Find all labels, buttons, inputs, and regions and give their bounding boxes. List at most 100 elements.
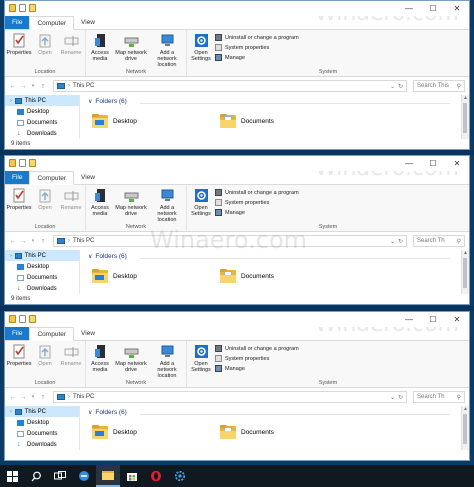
search-button[interactable] — [24, 465, 48, 487]
tab-computer[interactable]: Computer — [29, 16, 75, 30]
folder-desktop[interactable]: Desktop — [92, 269, 137, 283]
search-input[interactable]: Search Th ⚲ — [413, 235, 465, 247]
address-field[interactable]: › This PC ⌄ ↻ — [53, 391, 407, 403]
expand-chevron-icon[interactable]: › — [10, 98, 12, 104]
maximize-button[interactable]: ☐ — [421, 156, 445, 171]
properties-button[interactable]: Properties — [6, 188, 32, 211]
new-folder-quick-icon[interactable] — [29, 4, 36, 12]
close-button[interactable]: ✕ — [445, 156, 469, 171]
access-media-button[interactable]: Access media — [88, 344, 112, 373]
close-button[interactable]: ✕ — [445, 1, 469, 16]
refresh-icon[interactable]: ↻ — [398, 394, 403, 401]
map-network-drive-button[interactable]: Map network drive — [114, 344, 148, 373]
rename-button[interactable]: Rename — [59, 344, 83, 367]
address-field[interactable]: › This PC ⌄ ↻ — [53, 80, 407, 92]
edge-button[interactable] — [72, 465, 96, 487]
tab-file[interactable]: File — [5, 16, 30, 29]
tab-computer[interactable]: Computer — [29, 171, 75, 185]
nav-item-downloads[interactable]: ↓ Downloads — [5, 283, 79, 294]
map-network-drive-button[interactable]: Map network drive — [114, 188, 148, 217]
uninstall-program-button[interactable]: Uninstall or change a program — [215, 189, 299, 196]
up-arrow-icon[interactable]: ↑ — [39, 238, 47, 245]
forward-arrow-icon[interactable]: → — [19, 394, 27, 401]
up-arrow-icon[interactable]: ↑ — [39, 394, 47, 401]
scroll-up-arrow-icon[interactable]: ▲ — [462, 95, 469, 101]
folders-group-header[interactable]: ∨ Folders (6) — [88, 409, 450, 416]
access-media-button[interactable]: Access media — [88, 33, 112, 62]
title-bar[interactable]: — ☐ ✕ — [5, 156, 469, 171]
open-button[interactable]: Open — [33, 188, 57, 211]
minimize-button[interactable]: — — [397, 156, 421, 171]
new-folder-quick-icon[interactable] — [29, 315, 36, 323]
maximize-button[interactable]: ☐ — [421, 312, 445, 327]
quick-access-icon[interactable] — [9, 315, 16, 323]
folders-group-header[interactable]: ∨ Folders (6) — [88, 253, 450, 260]
folder-documents[interactable]: Documents — [220, 425, 274, 439]
back-arrow-icon[interactable]: ← — [9, 238, 17, 245]
nav-item-this-pc[interactable]: › This PC — [5, 95, 79, 106]
system-properties-button[interactable]: System properties — [215, 199, 299, 206]
tab-view[interactable]: View — [74, 171, 102, 184]
expand-chevron-icon[interactable]: › — [10, 409, 12, 415]
back-arrow-icon[interactable]: ← — [9, 394, 17, 401]
store-button[interactable] — [120, 465, 144, 487]
quick-access-icon[interactable] — [9, 159, 16, 167]
scroll-up-arrow-icon[interactable]: ▲ — [462, 250, 469, 256]
search-input[interactable]: Search Th ⚲ — [413, 391, 465, 403]
nav-item-this-pc[interactable]: › This PC — [5, 406, 79, 417]
opera-button[interactable] — [144, 465, 168, 487]
task-view-button[interactable] — [48, 465, 72, 487]
tab-file[interactable]: File — [5, 171, 30, 184]
collapse-chevron-icon[interactable]: ∨ — [88, 253, 92, 260]
uninstall-program-button[interactable]: Uninstall or change a program — [215, 345, 299, 352]
scrollbar-thumb[interactable] — [463, 258, 467, 288]
nav-item-documents[interactable]: Documents — [5, 428, 79, 439]
manage-button[interactable]: Manage — [215, 54, 299, 61]
folder-documents[interactable]: Documents — [220, 269, 274, 283]
refresh-icon[interactable]: ↻ — [398, 83, 403, 90]
properties-button[interactable]: Properties — [6, 344, 32, 367]
nav-item-downloads[interactable]: ↓ Downloads — [5, 439, 79, 450]
nav-item-downloads[interactable]: ↓ Downloads — [5, 128, 79, 139]
search-input[interactable]: Search This ⚲ — [413, 80, 465, 92]
address-dropdown-chevron-icon[interactable]: ⌄ — [390, 394, 395, 401]
breadcrumb[interactable]: This PC — [73, 394, 94, 400]
nav-item-documents[interactable]: Documents — [5, 272, 79, 283]
back-arrow-icon[interactable]: ← — [9, 83, 17, 90]
collapse-chevron-icon[interactable]: ∨ — [88, 409, 92, 416]
recent-locations-chevron-icon[interactable]: ▾ — [29, 394, 37, 400]
minimize-button[interactable]: — — [397, 1, 421, 16]
folders-group-header[interactable]: ∨ Folders (6) — [88, 98, 450, 105]
properties-button[interactable]: Properties — [6, 33, 32, 56]
forward-arrow-icon[interactable]: → — [19, 238, 27, 245]
open-button[interactable]: Open — [33, 344, 57, 367]
nav-item-desktop[interactable]: Desktop — [5, 261, 79, 272]
manage-button[interactable]: Manage — [215, 209, 299, 216]
address-field[interactable]: › This PC ⌄ ↻ — [53, 235, 407, 247]
uninstall-program-button[interactable]: Uninstall or change a program — [215, 34, 299, 41]
up-arrow-icon[interactable]: ↑ — [39, 83, 47, 90]
minimize-button[interactable]: — — [397, 312, 421, 327]
settings-app-button[interactable] — [168, 465, 192, 487]
close-button[interactable]: ✕ — [445, 312, 469, 327]
scrollbar-thumb[interactable] — [463, 414, 467, 444]
nav-item-desktop[interactable]: Desktop — [5, 106, 79, 117]
vertical-scrollbar[interactable]: ▲ ▼ — [461, 95, 469, 144]
rename-button[interactable]: Rename — [59, 33, 83, 56]
add-network-location-button[interactable]: Add a network location — [150, 188, 184, 223]
forward-arrow-icon[interactable]: → — [19, 83, 27, 90]
start-button[interactable] — [0, 465, 24, 487]
title-bar[interactable]: — ☐ ✕ — [5, 312, 469, 327]
nav-item-this-pc[interactable]: › This PC — [5, 250, 79, 261]
open-settings-button[interactable]: Open Settings — [189, 344, 213, 373]
vertical-scrollbar[interactable]: ▲ ▼ — [461, 406, 469, 455]
refresh-icon[interactable]: ↻ — [398, 238, 403, 245]
system-properties-button[interactable]: System properties — [215, 355, 299, 362]
nav-item-desktop[interactable]: Desktop — [5, 417, 79, 428]
tab-computer[interactable]: Computer — [29, 327, 75, 341]
map-network-drive-button[interactable]: Map network drive — [114, 33, 148, 62]
manage-button[interactable]: Manage — [215, 365, 299, 372]
folder-documents[interactable]: Documents — [220, 114, 274, 128]
properties-quick-icon[interactable] — [19, 159, 26, 167]
open-settings-button[interactable]: Open Settings — [189, 188, 213, 217]
